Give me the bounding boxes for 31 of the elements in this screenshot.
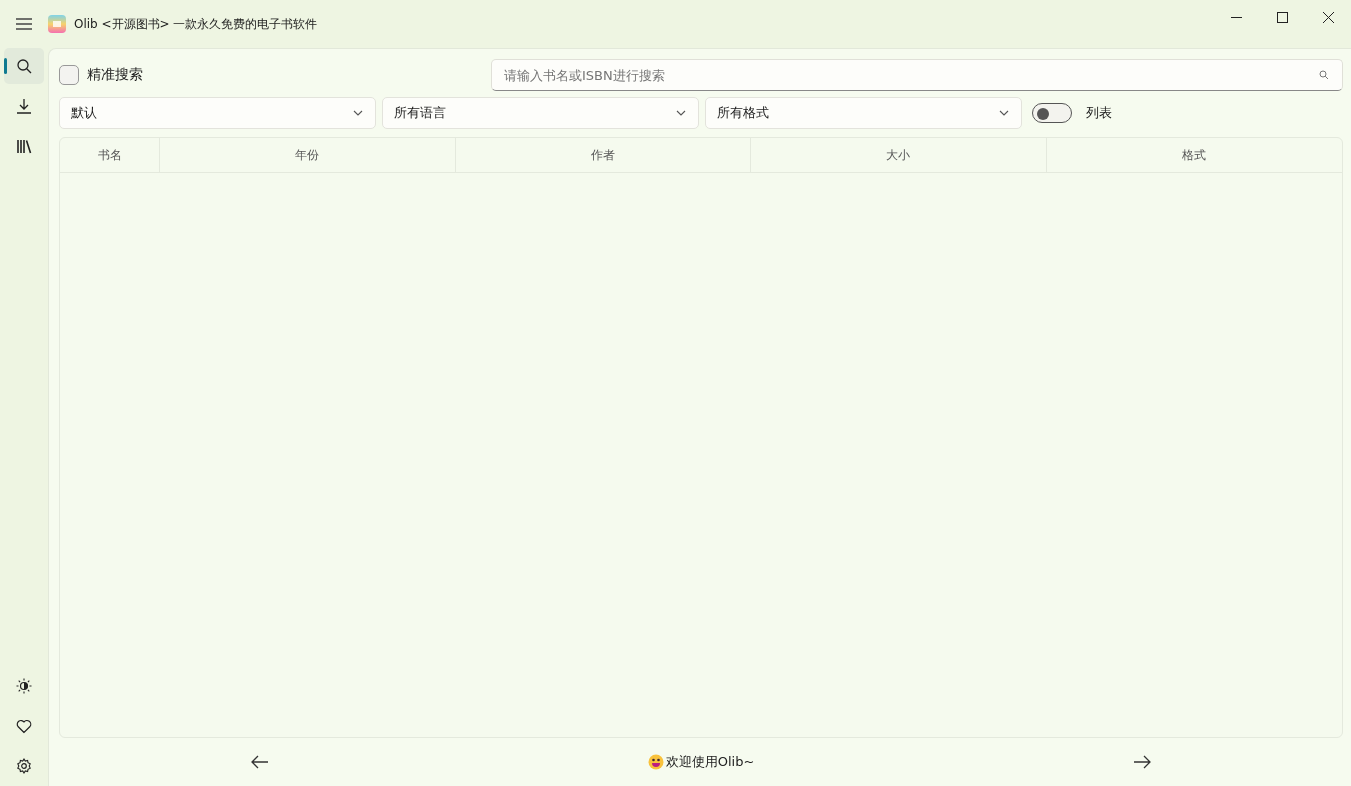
search-icon	[16, 58, 32, 74]
app-logo-icon	[48, 15, 66, 33]
search-field[interactable]: 请输入书名或ISBN进行搜索	[491, 59, 1343, 91]
search-icon	[1319, 70, 1329, 80]
settings-icon	[16, 758, 32, 774]
toggle-switch[interactable]	[1032, 103, 1072, 123]
chevron-down-icon	[353, 110, 363, 116]
brightness-icon	[16, 678, 32, 694]
download-icon	[16, 98, 32, 114]
column-header[interactable]: 格式	[1046, 138, 1342, 172]
column-header[interactable]: 大小	[751, 138, 1047, 172]
menu-icon	[16, 18, 32, 30]
welcome-message: 欢迎使用Olib~	[665, 753, 755, 771]
column-header[interactable]: 书名	[60, 138, 160, 172]
checkbox-label: 精准搜索	[87, 66, 143, 84]
close-icon	[1322, 11, 1334, 23]
checkbox[interactable]	[59, 65, 79, 85]
column-header[interactable]: 年份	[160, 138, 456, 172]
sidebar-item[interactable]	[4, 48, 44, 84]
smiley-icon	[647, 754, 664, 770]
chevron-down-icon	[999, 110, 1009, 116]
dropdown[interactable]: 所有格式	[705, 97, 1022, 129]
heart-icon	[16, 718, 32, 734]
toggle-label: 列表	[1086, 104, 1112, 122]
maximize-icon	[1276, 11, 1288, 23]
column-header[interactable]: 作者	[455, 138, 751, 172]
dropdown[interactable]: 默认	[59, 97, 376, 129]
window-title: Olib <开源图书> 一款永久免费的电子书软件	[74, 15, 318, 33]
chevron-down-icon	[676, 110, 686, 116]
dropdown[interactable]: 所有语言	[382, 97, 699, 129]
books-icon	[16, 138, 32, 154]
